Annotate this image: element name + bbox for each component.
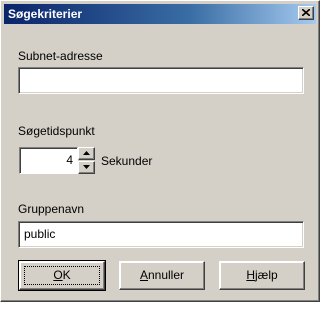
- spin-down-button[interactable]: [78, 161, 95, 174]
- cancel-button[interactable]: Annuller: [119, 261, 205, 290]
- title-bar[interactable]: Søgekriterier: [4, 4, 316, 24]
- seconds-unit-label: Sekunder: [101, 154, 153, 168]
- arrow-up-icon: [83, 151, 90, 155]
- group-name-label: Gruppenavn: [18, 202, 85, 216]
- search-time-input[interactable]: 4: [19, 147, 78, 174]
- subnet-address-input[interactable]: [18, 67, 304, 94]
- help-button-label: Hjælp: [246, 268, 278, 282]
- close-icon: [302, 9, 310, 16]
- ok-button[interactable]: OK: [18, 260, 106, 291]
- cancel-button-label: Annuller: [139, 268, 185, 282]
- subnet-address-label: Subnet-adresse: [18, 49, 103, 63]
- dialog-title: Søgekriterier: [8, 7, 83, 21]
- group-name-input[interactable]: public: [18, 221, 304, 248]
- ok-button-label: OK: [53, 268, 71, 282]
- search-time-spinner: 4: [19, 147, 95, 174]
- close-button[interactable]: [298, 6, 314, 20]
- help-button[interactable]: Hjælp: [219, 261, 305, 290]
- spin-buttons: [78, 147, 95, 174]
- search-criteria-dialog: Søgekriterier Subnet-adresse Søgetidspun…: [0, 0, 320, 302]
- arrow-down-icon: [83, 165, 90, 169]
- search-time-label: Søgetidspunkt: [18, 124, 95, 138]
- spin-up-button[interactable]: [78, 147, 95, 160]
